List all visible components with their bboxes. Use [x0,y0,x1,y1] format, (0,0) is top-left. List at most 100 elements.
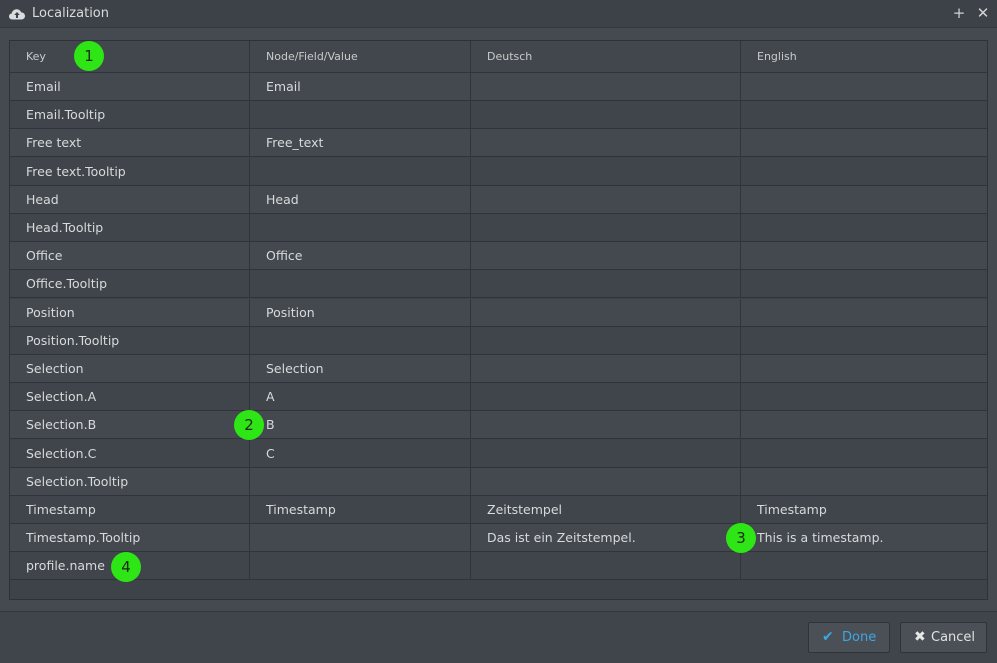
node-cell[interactable]: Head [250,185,471,214]
node-cell[interactable] [250,270,471,299]
english-cell[interactable]: This is a timestamp. [741,524,987,552]
table-row[interactable]: Position Position [10,298,987,327]
key-cell[interactable]: Head [10,185,250,214]
table-row[interactable]: Email.Tooltip [10,101,987,130]
column-header-key[interactable]: Key [10,41,250,73]
table-row[interactable]: Email Email [10,73,987,101]
deutsch-cell[interactable] [471,298,741,327]
key-cell[interactable]: Office [10,242,250,271]
english-cell[interactable] [741,101,987,129]
table-row[interactable]: Free text.Tooltip [10,157,987,186]
english-cell[interactable] [741,129,987,157]
english-cell[interactable] [741,214,987,242]
table-row[interactable]: Office Office [10,242,987,271]
key-cell[interactable]: Timestamp.Tooltip [10,524,250,553]
deutsch-cell[interactable] [471,326,741,355]
english-cell[interactable] [741,383,987,411]
english-cell[interactable] [741,411,987,439]
table-row[interactable]: Selection.A A [10,383,987,412]
key-cell[interactable]: Selection.A [10,383,250,412]
table-row[interactable]: profile.name [10,552,987,581]
deutsch-cell[interactable] [471,214,741,242]
title-bar: Localization + ✕ [0,0,997,28]
english-cell[interactable] [741,186,987,214]
column-header-english[interactable]: English [741,41,987,73]
deutsch-cell[interactable] [471,101,741,130]
node-cell[interactable]: B [250,411,471,440]
table-row[interactable]: Free text Free_text [10,129,987,158]
deutsch-cell[interactable]: Zeitstempel [471,496,741,524]
english-cell[interactable] [741,355,987,383]
node-cell[interactable] [250,524,471,553]
key-cell[interactable]: Timestamp [10,496,250,524]
deutsch-cell[interactable] [471,157,741,186]
deutsch-cell[interactable]: Das ist ein Zeitstempel. [471,524,741,553]
deutsch-cell[interactable] [471,411,741,440]
table-row[interactable]: Office.Tooltip [10,270,987,299]
english-cell[interactable] [741,468,987,496]
key-cell[interactable]: Free text.Tooltip [10,157,250,186]
key-cell[interactable]: Position.Tooltip [10,326,250,355]
key-cell[interactable]: Email [10,73,250,101]
node-cell[interactable] [250,214,471,242]
table-row[interactable]: Selection.Tooltip [10,467,987,496]
table-row[interactable]: Position.Tooltip [10,326,987,355]
deutsch-cell[interactable] [471,129,741,158]
node-cell[interactable]: Office [250,242,471,271]
english-cell[interactable] [741,270,987,298]
node-cell[interactable]: C [250,439,471,468]
english-cell[interactable] [741,299,987,327]
key-cell[interactable]: Email.Tooltip [10,101,250,130]
deutsch-cell[interactable] [471,467,741,496]
deutsch-cell[interactable] [471,270,741,299]
table-row[interactable]: Selection.C C [10,439,987,468]
node-cell[interactable]: Position [250,298,471,327]
node-cell[interactable]: Timestamp [250,496,471,524]
key-cell[interactable]: Free text [10,129,250,158]
english-cell[interactable] [741,552,987,580]
grid-header: Key Node/Field/Value Deutsch English [10,41,987,73]
key-cell[interactable]: Selection.Tooltip [10,467,250,496]
table-row[interactable]: Selection Selection [10,355,987,383]
deutsch-cell[interactable] [471,73,741,101]
node-cell[interactable] [250,157,471,186]
done-button[interactable]: ✔ Done [808,622,890,653]
deutsch-cell[interactable] [471,439,741,468]
node-cell[interactable]: A [250,383,471,412]
node-cell[interactable]: Email [250,73,471,101]
node-cell[interactable] [250,467,471,496]
key-cell[interactable]: Selection [10,355,250,383]
key-cell[interactable]: Selection.B [10,411,250,440]
english-cell[interactable] [741,440,987,468]
table-row[interactable]: Selection.B B [10,411,987,440]
english-cell[interactable] [741,158,987,186]
add-button[interactable]: + [950,4,968,22]
table-row[interactable]: Head Head [10,185,987,214]
key-cell[interactable]: Position [10,298,250,327]
node-cell[interactable]: Selection [250,355,471,383]
table-row[interactable]: Timestamp.Tooltip Das ist ein Zeitstempel… [10,524,987,553]
close-button[interactable]: ✕ [974,4,992,22]
column-header-deutsch[interactable]: Deutsch [471,41,741,73]
node-cell[interactable] [250,101,471,130]
deutsch-cell[interactable] [471,242,741,271]
key-cell[interactable]: Head.Tooltip [10,214,250,242]
annotation-marker-4: 4 [111,552,141,582]
english-cell[interactable]: Timestamp [741,496,987,524]
english-cell[interactable] [741,327,987,355]
deutsch-cell[interactable] [471,383,741,412]
node-cell[interactable] [250,326,471,355]
cancel-button[interactable]: ✖ Cancel [900,622,987,653]
node-cell[interactable]: Free_text [250,129,471,158]
english-cell[interactable] [741,73,987,101]
key-cell[interactable]: Office.Tooltip [10,270,250,299]
table-row[interactable]: Head.Tooltip [10,214,987,242]
deutsch-cell[interactable] [471,355,741,383]
key-cell[interactable]: Selection.C [10,439,250,468]
table-row[interactable]: Timestamp Timestamp Zeitstempel Timestamp [10,496,987,524]
column-header-node-field-value[interactable]: Node/Field/Value [250,41,471,73]
deutsch-cell[interactable] [471,552,741,581]
deutsch-cell[interactable] [471,185,741,214]
node-cell[interactable] [250,552,471,581]
english-cell[interactable] [741,242,987,270]
